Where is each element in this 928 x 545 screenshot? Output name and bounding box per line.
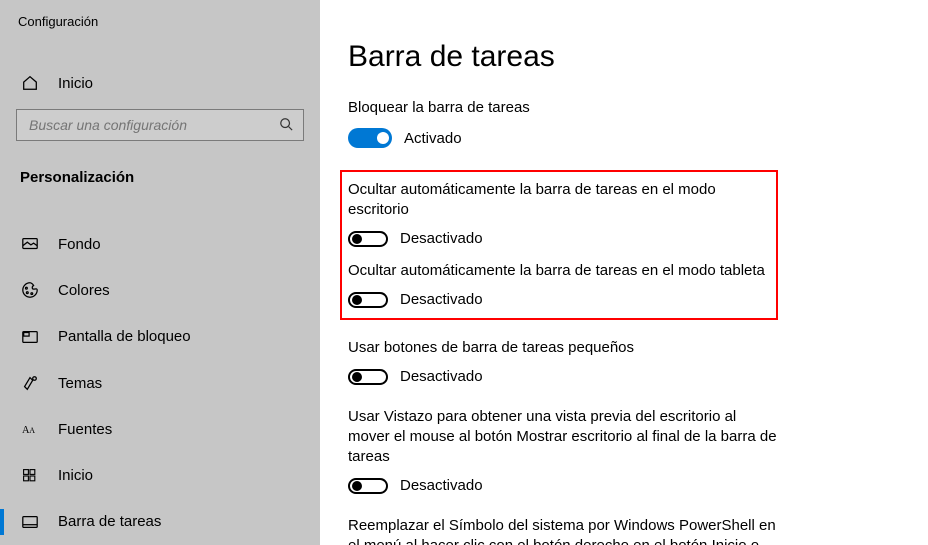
setting-small-buttons: Usar botones de barra de tareas pequeños… [348, 338, 778, 385]
toggle-small-buttons[interactable] [348, 369, 388, 385]
sidebar-item-lockscreen[interactable]: Pantalla de bloqueo [0, 314, 320, 360]
toggle-state-label: Desactivado [400, 291, 483, 308]
setting-peek: Usar Vistazo para obtener una vista prev… [348, 407, 778, 494]
toggle-state-label: Desactivado [400, 230, 483, 247]
sidebar-item-label: Fondo [58, 236, 101, 253]
sidebar-item-colores[interactable]: Colores [0, 267, 320, 313]
sidebar-item-fuentes[interactable]: A A Fuentes [0, 406, 320, 452]
app-title: Configuración [0, 10, 320, 29]
sidebar-item-label: Pantalla de bloqueo [58, 328, 191, 345]
search-input[interactable] [29, 117, 279, 133]
sidebar-item-inicio[interactable]: Inicio [0, 452, 320, 498]
sidebar: Configuración Inicio Personalización [0, 0, 320, 545]
sidebar-item-temas[interactable]: Temas [0, 360, 320, 406]
home-nav[interactable]: Inicio [0, 63, 320, 103]
setting-powershell: Reemplazar el Símbolo del sistema por Wi… [348, 516, 778, 545]
toggle-state-label: Activado [404, 130, 462, 147]
page-title: Barra de tareas [348, 40, 904, 74]
taskbar-icon [20, 512, 40, 532]
toggle-peek[interactable] [348, 478, 388, 494]
setting-label: Usar botones de barra de tareas pequeños [348, 338, 778, 358]
sidebar-item-taskbar[interactable]: Barra de tareas [0, 499, 320, 545]
toggle-lock-taskbar[interactable] [348, 128, 392, 148]
setting-label: Ocultar automáticamente la barra de tare… [348, 180, 766, 220]
highlight-box: Ocultar automáticamente la barra de tare… [340, 170, 778, 320]
colors-icon [20, 280, 40, 300]
setting-label: Reemplazar el Símbolo del sistema por Wi… [348, 516, 778, 545]
sidebar-item-label: Barra de tareas [58, 513, 161, 530]
sidebar-item-label: Fuentes [58, 421, 112, 438]
setting-label: Bloquear la barra de tareas [348, 98, 778, 118]
setting-label: Usar Vistazo para obtener una vista prev… [348, 407, 778, 467]
toggle-hide-desktop[interactable] [348, 231, 388, 247]
sidebar-item-fondo[interactable]: Fondo [0, 221, 320, 267]
sidebar-item-label: Inicio [58, 467, 93, 484]
toggle-state-label: Desactivado [400, 477, 483, 494]
section-header: Personalización [0, 151, 320, 200]
fonts-icon: A A [20, 419, 40, 439]
toggle-state-label: Desactivado [400, 368, 483, 385]
lockscreen-icon [20, 327, 40, 347]
background-icon [20, 234, 40, 254]
main-content: Barra de tareas Bloquear la barra de tar… [320, 0, 928, 545]
setting-label: Ocultar automáticamente la barra de tare… [348, 261, 766, 281]
search-icon [279, 117, 295, 133]
home-icon [20, 73, 40, 93]
svg-text:A: A [29, 426, 35, 435]
sidebar-item-label: Colores [58, 282, 110, 299]
setting-hide-tablet: Ocultar automáticamente la barra de tare… [348, 261, 766, 308]
themes-icon [20, 373, 40, 393]
setting-hide-desktop: Ocultar automáticamente la barra de tare… [348, 180, 766, 247]
toggle-hide-tablet[interactable] [348, 292, 388, 308]
start-icon [20, 466, 40, 486]
home-label: Inicio [58, 75, 93, 92]
setting-lock-taskbar: Bloquear la barra de tareas Activado [348, 98, 778, 148]
search-box[interactable] [16, 109, 304, 141]
sidebar-item-label: Temas [58, 375, 102, 392]
